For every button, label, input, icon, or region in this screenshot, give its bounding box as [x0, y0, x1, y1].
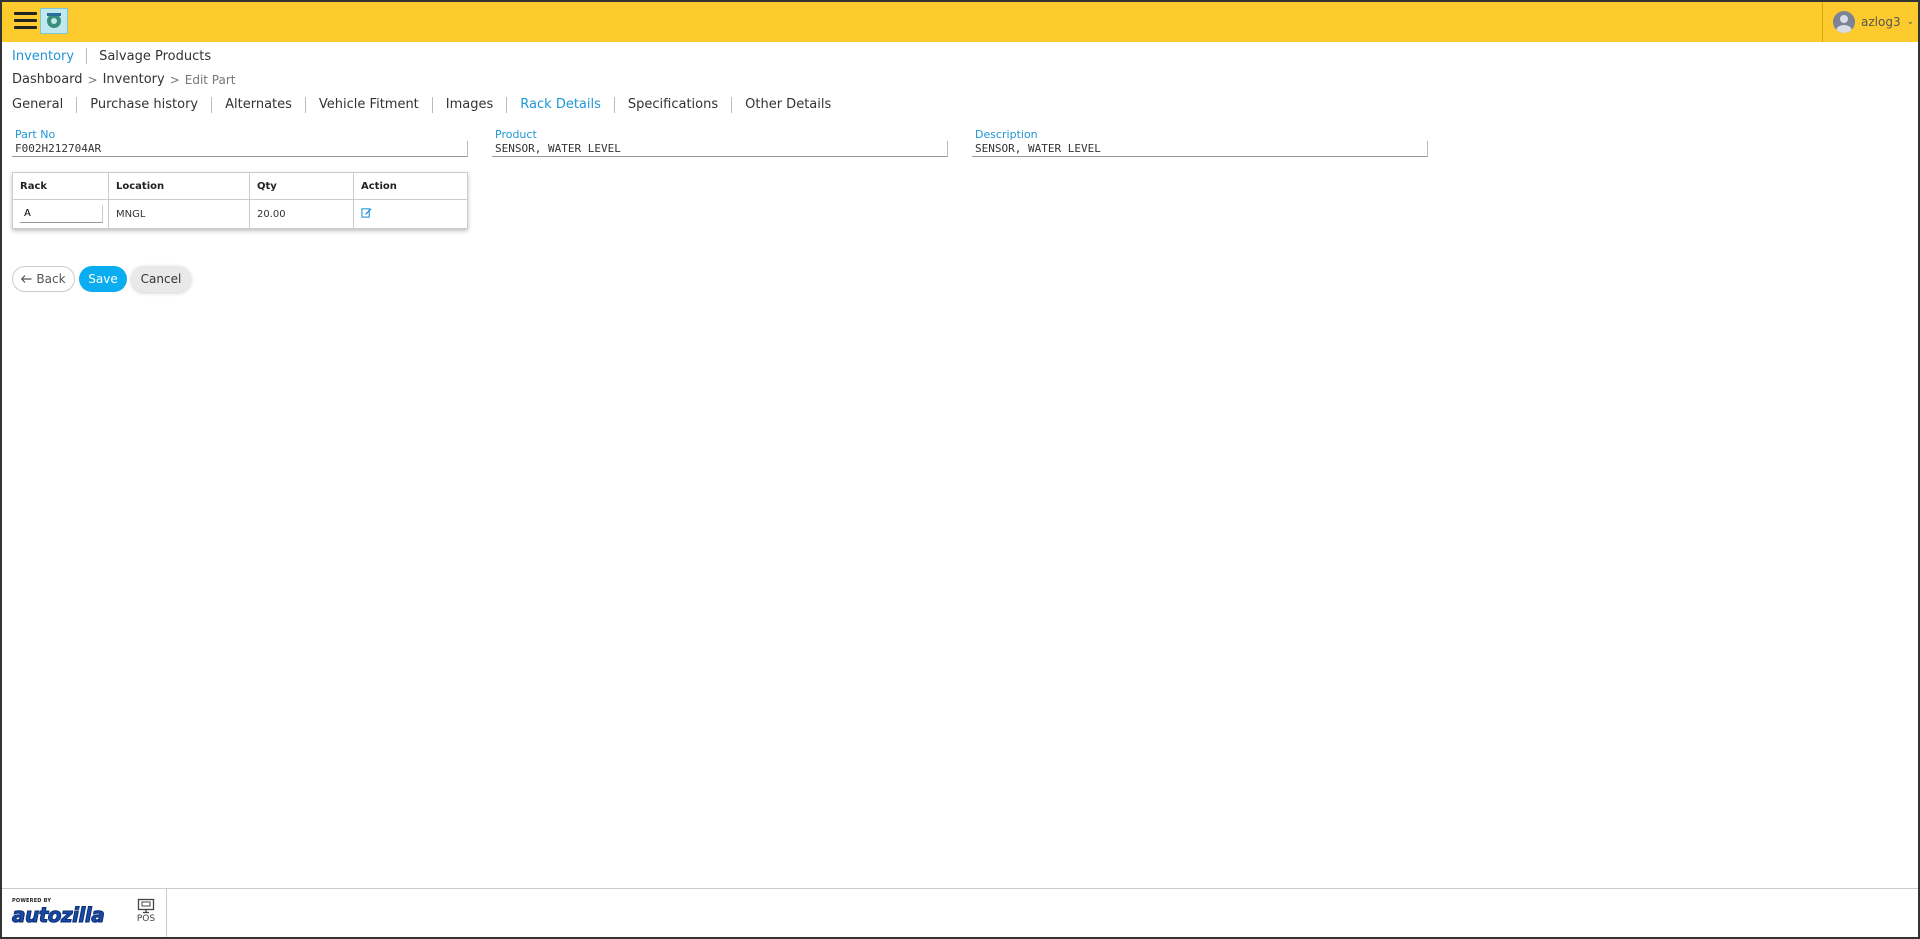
rack-details-table: Rack Location Qty Action MNGL 20.00	[12, 172, 468, 229]
module-nav-inventory[interactable]: Inventory	[12, 49, 86, 64]
product-label: Product	[495, 128, 537, 141]
back-button-label: Back	[36, 272, 66, 286]
module-nav: Inventory Salvage Products	[12, 48, 223, 64]
tab-alternates[interactable]: Alternates	[211, 97, 305, 113]
breadcrumb-separator: >	[169, 72, 180, 87]
powered-by-logo: POWERED BY autozilla	[11, 898, 105, 927]
product-input[interactable]: SENSOR, WATER LEVEL	[492, 141, 948, 157]
breadcrumb-separator: >	[87, 72, 98, 87]
user-menu[interactable]: azlog3 ⌄	[1822, 2, 1918, 42]
top-bar: azlog3 ⌄	[2, 2, 1918, 42]
column-header-qty: Qty	[249, 172, 354, 200]
arrow-left-icon	[21, 275, 32, 283]
tab-rack-details[interactable]: Rack Details	[506, 97, 614, 113]
save-button[interactable]: Save	[79, 266, 127, 292]
rack-input[interactable]	[20, 205, 103, 223]
product-field: Product SENSOR, WATER LEVEL	[492, 128, 948, 157]
description-input[interactable]: SENSOR, WATER LEVEL	[972, 141, 1428, 157]
module-nav-divider	[86, 48, 88, 64]
description-label: Description	[975, 128, 1038, 141]
breadcrumb-inventory[interactable]: Inventory	[103, 72, 165, 87]
footer-bar: POWERED BY autozilla POS	[2, 888, 1918, 937]
pos-icon	[137, 898, 155, 914]
module-nav-salvage-products[interactable]: Salvage Products	[99, 49, 223, 64]
qty-cell: 20.00	[249, 199, 354, 229]
autozilla-brand: autozilla	[11, 903, 105, 927]
part-no-field: Part No F002H212704AR	[12, 128, 468, 157]
column-header-location: Location	[108, 172, 250, 200]
breadcrumb-current: Edit Part	[184, 72, 236, 87]
hamburger-menu-icon[interactable]	[14, 12, 37, 32]
part-no-input[interactable]: F002H212704AR	[12, 141, 468, 157]
table-row: MNGL 20.00	[12, 199, 468, 229]
breadcrumb: Dashboard > Inventory > Edit Part	[12, 72, 236, 87]
table-header-row: Rack Location Qty Action	[12, 172, 468, 200]
back-button[interactable]: Back	[12, 266, 75, 292]
description-field: Description SENSOR, WATER LEVEL	[972, 128, 1428, 157]
column-header-rack: Rack	[12, 172, 109, 200]
location-cell: MNGL	[108, 199, 250, 229]
pos-label: POS	[136, 914, 156, 924]
tab-vehicle-fitment[interactable]: Vehicle Fitment	[304, 97, 432, 113]
breadcrumb-dashboard[interactable]: Dashboard	[12, 72, 83, 87]
company-logo-icon[interactable]	[40, 8, 68, 34]
part-tabs: General Purchase history Alternates Vehi…	[12, 97, 844, 113]
column-header-action: Action	[353, 172, 468, 200]
tab-other-details[interactable]: Other Details	[731, 97, 844, 113]
form-actions: Back Save Cancel	[12, 266, 191, 292]
chevron-down-icon: ⌄	[1906, 17, 1915, 27]
footer-divider	[166, 889, 167, 937]
cancel-button[interactable]: Cancel	[131, 266, 191, 292]
tab-specifications[interactable]: Specifications	[613, 97, 731, 113]
tab-purchase-history[interactable]: Purchase history	[76, 97, 211, 113]
user-avatar-icon	[1833, 11, 1855, 33]
tab-images[interactable]: Images	[431, 97, 507, 113]
pos-button[interactable]: POS	[127, 898, 165, 924]
action-cell	[353, 199, 468, 229]
tab-general[interactable]: General	[12, 97, 76, 113]
part-no-label: Part No	[15, 128, 56, 141]
rack-cell	[12, 199, 109, 229]
username-label: azlog3	[1861, 15, 1901, 29]
edit-icon[interactable]	[361, 207, 373, 219]
